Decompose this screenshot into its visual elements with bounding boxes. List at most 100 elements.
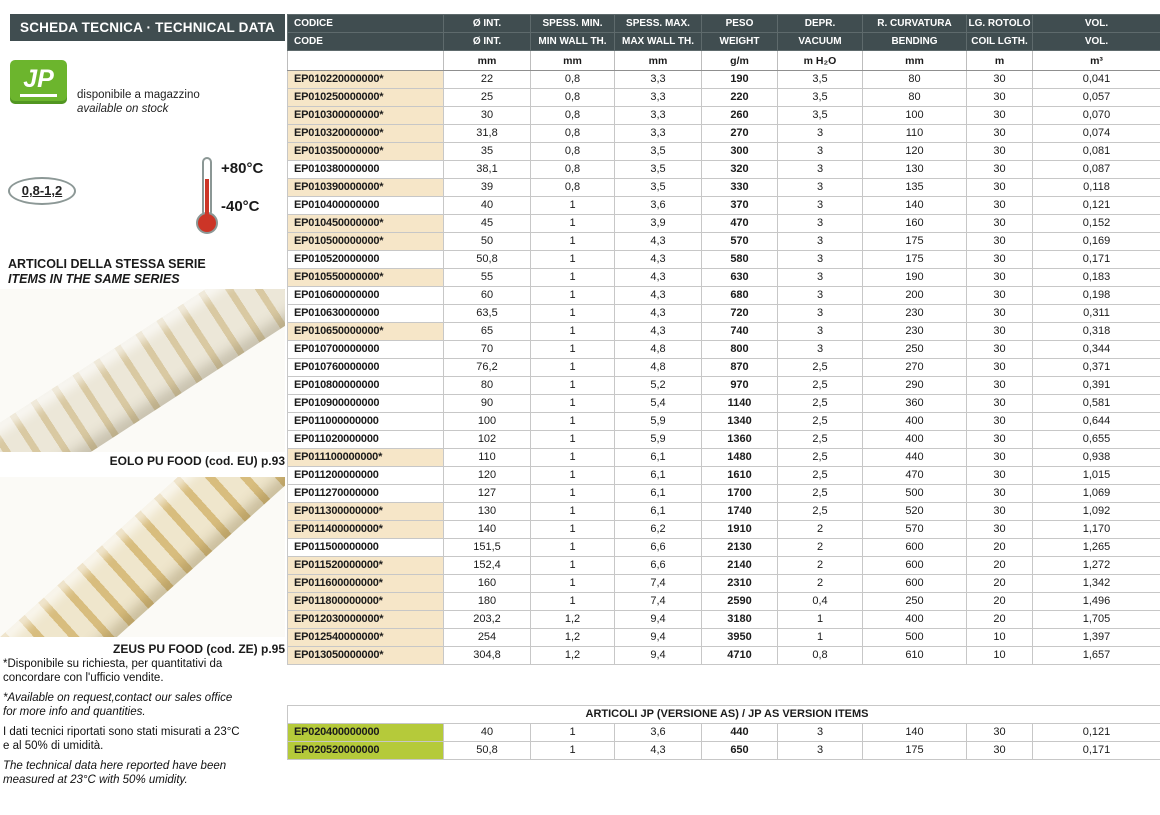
value-cell: 1,015 [1033, 467, 1160, 485]
value-cell: 30 [967, 161, 1033, 179]
value-cell: 127 [444, 485, 531, 503]
value-cell: 0,644 [1033, 413, 1160, 431]
value-cell: 230 [863, 323, 967, 341]
value-cell: 30 [967, 724, 1033, 742]
value-cell: 0,8 [531, 125, 615, 143]
value-cell: 30 [967, 89, 1033, 107]
value-cell: 6,6 [615, 539, 702, 557]
value-cell: 570 [863, 521, 967, 539]
value-cell: 580 [702, 251, 778, 269]
value-cell: 2 [778, 521, 863, 539]
value-cell: 1910 [702, 521, 778, 539]
value-cell: 140 [863, 197, 967, 215]
value-cell: 400 [863, 431, 967, 449]
table-row: EP010300000000*300,83,32603,5100300,070 [288, 107, 1160, 125]
hose-image-zeus [0, 477, 285, 637]
value-cell: 0,121 [1033, 197, 1160, 215]
value-cell: 1 [531, 431, 615, 449]
value-cell: 520 [863, 503, 967, 521]
value-cell: 1 [531, 395, 615, 413]
value-cell: 65 [444, 323, 531, 341]
sidebar: SCHEDA TECNICA · TECHNICAL DATA JP dispo… [0, 0, 287, 815]
value-cell: 500 [863, 629, 967, 647]
value-cell: 1,265 [1033, 539, 1160, 557]
value-cell: 175 [863, 742, 967, 760]
value-cell: 0,655 [1033, 431, 1160, 449]
value-cell: 60 [444, 287, 531, 305]
value-cell: 2,5 [778, 413, 863, 431]
value-cell: 30 [967, 467, 1033, 485]
value-cell: 3 [778, 742, 863, 760]
value-cell: 160 [863, 215, 967, 233]
technical-data-table: CODICEØ INT.SPESS. MIN.SPESS. MAX.PESODE… [287, 14, 1160, 665]
value-cell: 30 [967, 179, 1033, 197]
table-row: EP01127000000012716,117002,5500301,069 [288, 485, 1160, 503]
value-cell: 300 [702, 143, 778, 161]
table-row: EP010450000000*4513,94703160300,152 [288, 215, 1160, 233]
value-cell: 1 [531, 575, 615, 593]
value-cell: 1,069 [1033, 485, 1160, 503]
value-cell: 610 [863, 647, 967, 665]
value-cell: 1,705 [1033, 611, 1160, 629]
code-cell: EP010400000000 [288, 197, 444, 215]
value-cell: 600 [863, 557, 967, 575]
unit-cell: m [967, 51, 1033, 71]
value-cell: 30 [967, 269, 1033, 287]
value-cell: 5,4 [615, 395, 702, 413]
code-cell: EP011600000000* [288, 575, 444, 593]
value-cell: 30 [967, 449, 1033, 467]
value-cell: 0,8 [531, 179, 615, 197]
value-cell: 1 [778, 629, 863, 647]
value-cell: 1480 [702, 449, 778, 467]
table-row: EP011600000000*16017,423102600201,342 [288, 575, 1160, 593]
value-cell: 2590 [702, 593, 778, 611]
value-cell: 190 [702, 71, 778, 89]
value-cell: 31,8 [444, 125, 531, 143]
table-row: EP011300000000*13016,117402,5520301,092 [288, 503, 1160, 521]
code-cell: EP010800000000 [288, 377, 444, 395]
column-header-it: PESO [702, 15, 778, 33]
value-cell: 3 [778, 125, 863, 143]
value-cell: 650 [702, 742, 778, 760]
value-cell: 70 [444, 341, 531, 359]
value-cell: 30 [967, 395, 1033, 413]
value-cell: 1 [531, 197, 615, 215]
table-row: EP010650000000*6514,37403230300,318 [288, 323, 1160, 341]
unit-cell: mm [615, 51, 702, 71]
column-header-en: Ø INT. [444, 33, 531, 51]
value-cell: 2,5 [778, 449, 863, 467]
value-cell: 230 [863, 305, 967, 323]
value-cell: 0,070 [1033, 107, 1160, 125]
value-cell: 1 [531, 467, 615, 485]
value-cell: 3 [778, 251, 863, 269]
value-cell: 30 [967, 107, 1033, 125]
value-cell: 2,5 [778, 359, 863, 377]
hose-shape-eolo [0, 289, 285, 452]
value-cell: 2130 [702, 539, 778, 557]
value-cell: 3 [778, 341, 863, 359]
value-cell: 135 [863, 179, 967, 197]
table-row: EP0204000000004013,64403140300,121 [288, 724, 1160, 742]
code-cell: EP010390000000* [288, 179, 444, 197]
column-header-it: DEPR. [778, 15, 863, 33]
value-cell: 400 [863, 611, 967, 629]
code-cell: EP020400000000 [288, 724, 444, 742]
value-cell: 1 [531, 251, 615, 269]
value-cell: 1,397 [1033, 629, 1160, 647]
value-cell: 160 [444, 575, 531, 593]
value-cell: 152,4 [444, 557, 531, 575]
value-cell: 1700 [702, 485, 778, 503]
value-cell: 3,3 [615, 107, 702, 125]
value-cell: 630 [702, 269, 778, 287]
as-section-title: ARTICOLI JP (VERSIONE AS) / JP AS VERSIO… [288, 706, 1160, 724]
value-cell: 3,5 [778, 107, 863, 125]
value-cell: 0,8 [531, 89, 615, 107]
value-cell: 50 [444, 233, 531, 251]
value-cell: 30 [967, 521, 1033, 539]
column-header-it: Ø INT. [444, 15, 531, 33]
value-cell: 9,4 [615, 611, 702, 629]
value-cell: 4,8 [615, 359, 702, 377]
value-cell: 175 [863, 251, 967, 269]
value-cell: 1 [531, 287, 615, 305]
value-cell: 1,170 [1033, 521, 1160, 539]
